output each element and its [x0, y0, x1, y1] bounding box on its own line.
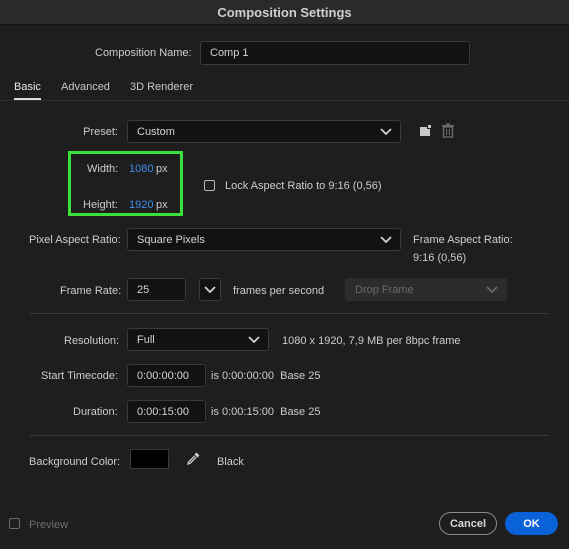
- background-color-swatch[interactable]: [130, 449, 169, 469]
- frame-rate-dropdown[interactable]: [199, 278, 221, 301]
- drop-frame-value: Drop Frame: [355, 283, 414, 296]
- ok-button[interactable]: OK: [505, 512, 558, 535]
- pixel-aspect-value: Square Pixels: [137, 233, 205, 246]
- save-preset-icon[interactable]: [418, 124, 432, 138]
- eyedropper-icon[interactable]: [186, 451, 201, 466]
- height-unit: px: [156, 199, 168, 211]
- frame-rate-input[interactable]: 25: [127, 278, 186, 301]
- tabs-divider: [0, 100, 569, 101]
- width-unit: px: [156, 163, 168, 175]
- window-title: Composition Settings: [0, 0, 569, 25]
- start-timecode-label: Start Timecode:: [41, 370, 119, 382]
- tab-3d-renderer[interactable]: 3D Renderer: [130, 81, 193, 93]
- frame-rate-label: Frame Rate:: [60, 285, 122, 297]
- duration-input[interactable]: 0:00:15:00: [127, 400, 206, 423]
- lock-aspect-label: Lock Aspect Ratio to 9:16 (0,56): [225, 180, 382, 192]
- width-label: Width:: [87, 163, 119, 175]
- section-divider-1: [30, 313, 548, 314]
- chevron-down-icon: [248, 335, 260, 343]
- tab-basic[interactable]: Basic: [14, 81, 41, 93]
- cancel-button[interactable]: Cancel: [439, 512, 497, 535]
- frame-aspect-value: 9:16 (0,56): [413, 252, 467, 264]
- trash-icon[interactable]: [441, 123, 455, 138]
- drop-frame-select: Drop Frame: [345, 278, 507, 301]
- resolution-select[interactable]: Full: [127, 328, 269, 351]
- height-value[interactable]: 1920: [129, 199, 153, 211]
- preview-checkbox[interactable]: [9, 518, 20, 529]
- composition-name-input[interactable]: Comp 1: [200, 41, 470, 65]
- lock-aspect-checkbox[interactable]: [204, 180, 215, 191]
- width-value[interactable]: 1080: [129, 163, 153, 175]
- chevron-down-icon: [380, 235, 392, 243]
- resolution-label: Resolution:: [64, 335, 120, 347]
- resolution-value: Full: [137, 333, 155, 346]
- background-color-label: Background Color:: [29, 456, 121, 468]
- preview-label: Preview: [29, 519, 69, 531]
- start-timecode-info: is 0:00:00:00 Base 25: [211, 370, 321, 382]
- tab-advanced[interactable]: Advanced: [61, 81, 110, 93]
- pixel-aspect-label: Pixel Aspect Ratio:: [29, 234, 121, 246]
- background-color-name: Black: [217, 456, 244, 468]
- frame-aspect-label: Frame Aspect Ratio:: [413, 234, 513, 246]
- preset-value: Custom: [137, 125, 175, 138]
- chevron-down-icon: [380, 127, 392, 135]
- chevron-down-icon: [204, 285, 216, 293]
- preset-label: Preset:: [83, 126, 118, 138]
- chevron-down-icon: [486, 285, 498, 293]
- preset-select[interactable]: Custom: [127, 120, 401, 143]
- start-timecode-input[interactable]: 0:00:00:00: [127, 364, 206, 387]
- duration-label: Duration:: [73, 406, 118, 418]
- resolution-info: 1080 x 1920, 7,9 MB per 8bpc frame: [282, 335, 461, 347]
- frame-rate-unit: frames per second: [233, 285, 325, 297]
- pixel-aspect-select[interactable]: Square Pixels: [127, 228, 401, 251]
- section-divider-2: [30, 435, 548, 436]
- height-label: Height:: [83, 199, 118, 211]
- duration-info: is 0:00:15:00 Base 25: [211, 406, 321, 418]
- composition-name-label: Composition Name:: [95, 47, 192, 59]
